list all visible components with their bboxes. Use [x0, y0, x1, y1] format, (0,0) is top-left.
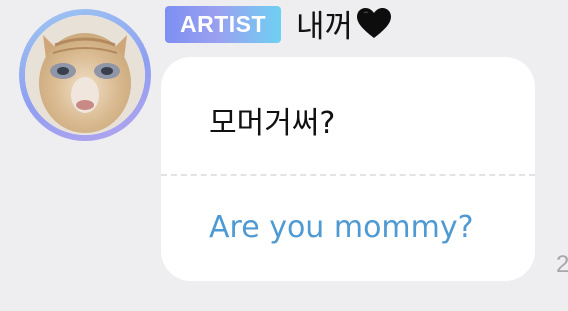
- translation-divider: [161, 174, 535, 176]
- message-translated-text: Are you mommy?: [209, 210, 474, 245]
- message-original-text: 모머거써?: [209, 106, 336, 141]
- message-bubble[interactable]: 모머거써? Are you mommy?: [161, 57, 535, 281]
- black-heart-icon: [356, 7, 392, 39]
- sender-name: 내꺼: [296, 8, 354, 45]
- sender-name-row[interactable]: 내꺼: [296, 2, 392, 45]
- avatar[interactable]: [25, 15, 145, 135]
- message-timestamp: 2: [556, 251, 568, 278]
- artist-badge: ARTIST: [165, 6, 281, 43]
- cat-face-photo: [25, 15, 145, 135]
